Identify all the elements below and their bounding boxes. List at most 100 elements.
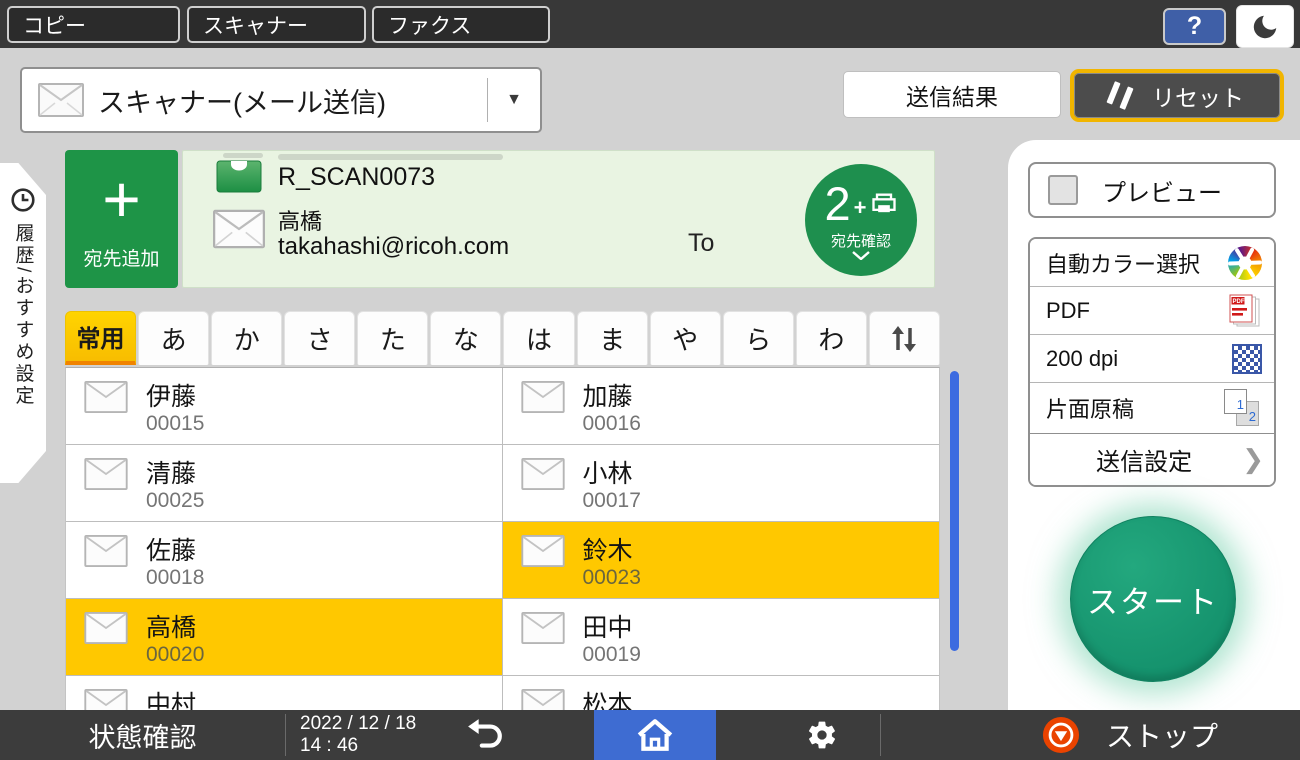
contact-row[interactable]: 加藤 00016	[503, 368, 940, 445]
resolution-icon	[1232, 344, 1262, 374]
mail-envelope-icon	[521, 458, 565, 490]
tab-fax[interactable]: ファクス	[372, 6, 550, 43]
tab-copy[interactable]: コピー	[7, 6, 180, 43]
home-icon	[636, 717, 674, 753]
kana-tab-ya[interactable]: や	[650, 311, 721, 365]
reset-button[interactable]: リセット	[1070, 69, 1284, 122]
mail-envelope-icon	[521, 535, 565, 567]
chevron-right-icon: ❯	[1242, 444, 1264, 475]
kana-tab-ka[interactable]: か	[211, 311, 282, 365]
contact-row[interactable]: 小林 00017	[503, 445, 940, 522]
back-button[interactable]	[450, 710, 520, 760]
kana-tab-ra[interactable]: ら	[723, 311, 794, 365]
contact-row[interactable]: 松本	[503, 676, 940, 710]
function-selector-label: スキャナー(メール送信)	[98, 81, 487, 120]
folder-destination-icon	[216, 159, 262, 193]
reset-slashes-icon	[1106, 81, 1133, 110]
mail-envelope-icon	[84, 612, 128, 644]
energy-saver-button[interactable]	[1236, 5, 1294, 48]
to-field-label: To	[688, 229, 714, 258]
send-settings-button[interactable]: 送信設定 ❯	[1030, 433, 1274, 485]
kana-tab-a[interactable]: あ	[138, 311, 209, 365]
contact-id: 00023	[583, 566, 641, 590]
kana-index-tabs: 常用 あ か さ た な は ま や ら わ	[65, 311, 940, 367]
contact-row[interactable]: 中村	[66, 676, 503, 710]
date-label: 2022 / 12 / 18	[300, 713, 416, 735]
kana-tab-wa[interactable]: わ	[796, 311, 867, 365]
contact-name: 高橋	[146, 608, 196, 644]
list-switch-icon	[889, 324, 919, 354]
clock-icon	[10, 187, 36, 213]
help-button[interactable]: ?	[1163, 8, 1226, 45]
contact-id: 00020	[146, 643, 204, 667]
contact-row-selected[interactable]: 高橋 00020	[66, 599, 503, 676]
add-destination-label: 宛先追加	[83, 244, 159, 271]
kana-tab-sa[interactable]: さ	[284, 311, 355, 365]
kana-tab-ha[interactable]: は	[503, 311, 574, 365]
stop-icon	[1042, 716, 1080, 754]
file-format-setting[interactable]: PDF PDF	[1030, 287, 1274, 335]
one-sided-original-icon: 21	[1224, 389, 1262, 427]
preview-toggle-button[interactable]: プレビュー	[1028, 162, 1276, 218]
color-mode-setting[interactable]: 自動カラー選択	[1030, 239, 1274, 287]
destination-panel: R_SCAN0073 高橋 takahashi@ricoh.com To 2 +…	[182, 150, 935, 288]
contact-row[interactable]: 清藤 00025	[66, 445, 503, 522]
destination-confirm-button[interactable]: 2 + 宛先確認	[805, 164, 917, 276]
contact-name: 清藤	[146, 454, 196, 490]
device-screen: コピー スキャナー ファクス ? スキャナー(メール送信) ▼ 送信結果 リセッ…	[0, 0, 1300, 760]
settings-button[interactable]	[787, 710, 857, 760]
dropdown-caret-icon: ▼	[488, 91, 540, 109]
home-button[interactable]	[594, 710, 716, 760]
contact-id: 00018	[146, 566, 204, 590]
time-label: 14 : 46	[300, 735, 416, 757]
resolution-setting[interactable]: 200 dpi	[1030, 335, 1274, 383]
list-switch-button[interactable]	[869, 311, 940, 365]
system-bottom-bar: 状態確認 2022 / 12 / 18 14 : 46 ストップ	[0, 710, 1300, 760]
function-selector-dropdown[interactable]: スキャナー(メール送信) ▼	[20, 67, 542, 133]
pdf-file-icon: PDF	[1226, 293, 1262, 329]
status-check-button[interactable]: 状態確認	[0, 710, 285, 760]
scan-settings-panel: プレビュー 自動カラー選択 PDF PDF 200 dpi 片面原稿 21	[1008, 140, 1300, 710]
history-tab-label: 履歴/おすすめ設定	[10, 223, 37, 407]
contact-row[interactable]: 田中 00019	[503, 599, 940, 676]
kana-tab-ta[interactable]: た	[357, 311, 428, 365]
contact-id: 00016	[583, 412, 641, 436]
send-results-button[interactable]: 送信結果	[843, 71, 1061, 118]
history-suggested-settings-tab[interactable]: 履歴/おすすめ設定	[0, 163, 46, 483]
mail-envelope-icon	[521, 381, 565, 413]
tab-scanner[interactable]: スキャナー	[187, 6, 366, 43]
kana-tab-na[interactable]: な	[430, 311, 501, 365]
svg-text:PDF: PDF	[1233, 299, 1245, 305]
kana-tab-ma[interactable]: ま	[577, 311, 648, 365]
top-app-bar: コピー スキャナー ファクス ?	[0, 0, 1300, 48]
contact-row[interactable]: 佐藤 00018	[66, 522, 503, 599]
kana-tab-frequent[interactable]: 常用	[65, 311, 136, 365]
scan-settings-group: 自動カラー選択 PDF PDF 200 dpi 片面原稿 21 送信設定	[1028, 237, 1276, 487]
contact-name: 小林	[583, 454, 633, 490]
contact-id: 00017	[583, 489, 641, 513]
original-side-setting[interactable]: 片面原稿 21	[1030, 383, 1274, 433]
folder-destination-name: R_SCAN0073	[278, 163, 435, 192]
destination-confirm-label: 宛先確認	[831, 230, 891, 251]
contact-row-selected[interactable]: 鈴木 00023	[503, 522, 940, 599]
plus-icon: +	[854, 195, 867, 221]
gear-icon	[806, 719, 838, 751]
mail-envelope-icon	[84, 381, 128, 413]
contact-name: 松本	[583, 685, 633, 710]
start-button[interactable]: スタート	[1070, 516, 1236, 682]
auto-color-icon	[1228, 246, 1262, 280]
contact-name: 田中	[583, 608, 633, 644]
list-scrollbar[interactable]	[950, 371, 959, 651]
scrolled-entry-fragment	[278, 154, 503, 160]
preview-checkbox[interactable]	[1048, 175, 1078, 205]
mail-envelope-icon	[521, 689, 565, 710]
mail-envelope-icon	[38, 83, 84, 117]
stop-label: ストップ	[1106, 715, 1218, 755]
preview-label: プレビュー	[1102, 173, 1222, 208]
stop-button[interactable]: ストップ	[960, 710, 1300, 760]
mail-envelope-icon	[84, 458, 128, 490]
add-destination-button[interactable]: + 宛先追加	[65, 150, 178, 288]
contact-row[interactable]: 伊藤 00015	[66, 368, 503, 445]
contact-name: 加藤	[583, 377, 633, 413]
contact-name: 佐藤	[146, 531, 196, 567]
